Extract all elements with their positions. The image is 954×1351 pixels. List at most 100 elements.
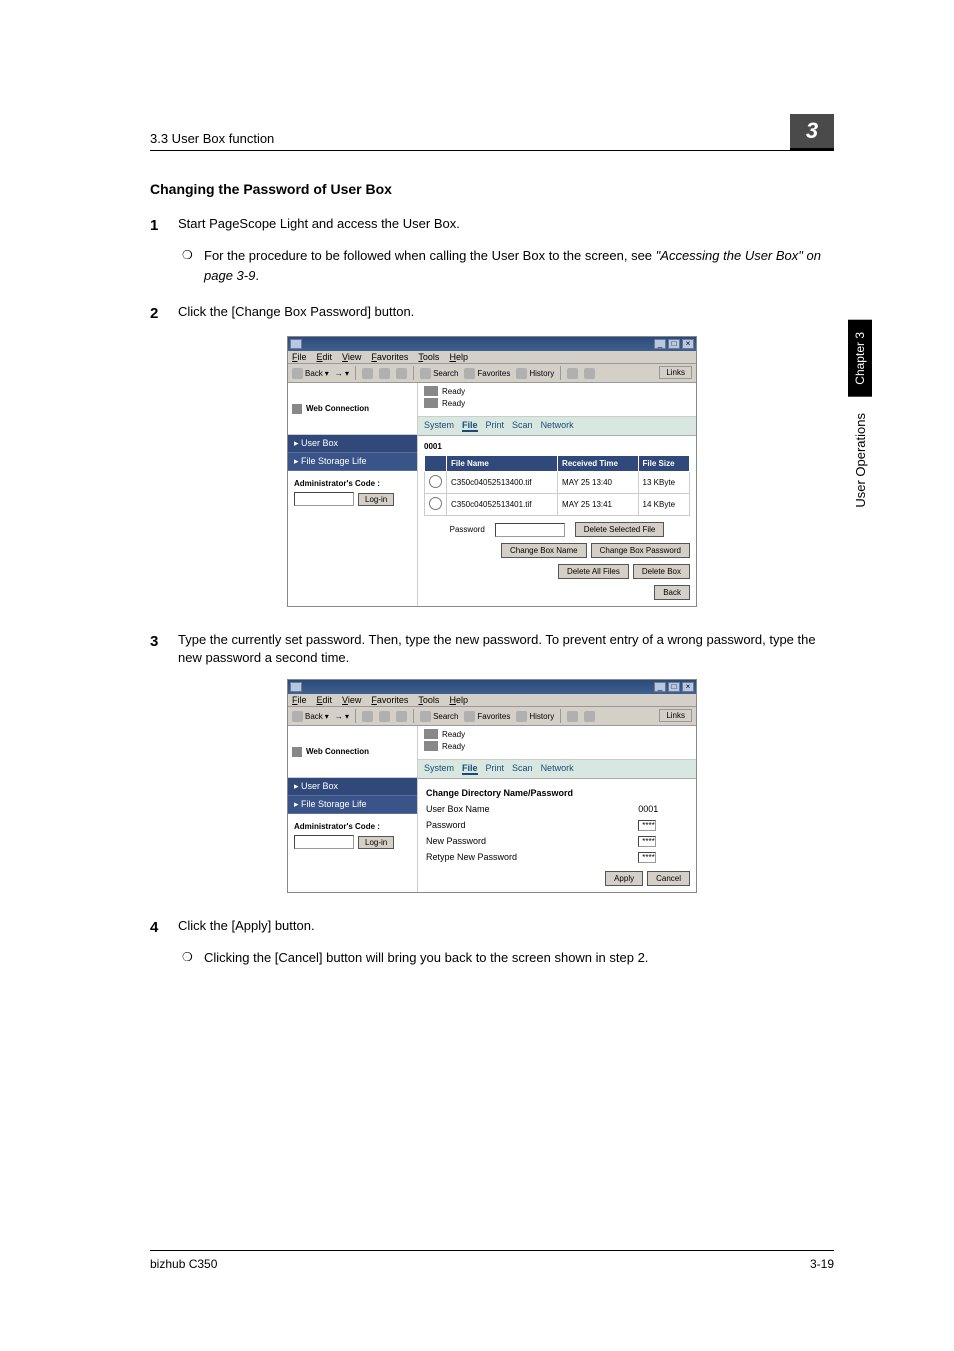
printer-icon [424,386,438,396]
password-input[interactable]: **** [638,820,655,831]
delete-selected-file-button[interactable]: Delete Selected File [575,522,665,537]
search-button[interactable]: Search [420,711,458,722]
admin-code-input[interactable] [294,835,354,849]
stop-icon[interactable] [362,368,373,379]
section-ref: 3.3 User Box function [150,131,274,146]
row-radio[interactable] [429,497,442,510]
delete-box-button[interactable]: Delete Box [633,564,690,579]
favorites-icon [464,368,475,379]
favorites-icon [464,711,475,722]
history-button[interactable]: History [516,711,554,722]
menu-view[interactable]: View [342,352,361,362]
refresh-icon[interactable] [379,368,390,379]
menu-favorites[interactable]: Favorites [371,695,408,705]
step-4: 4 Click the [Apply] button. [150,917,834,938]
tab-network[interactable]: Network [541,420,574,432]
favorites-button[interactable]: Favorites [464,368,510,379]
menu-help[interactable]: Help [449,352,468,362]
tab-row: System File Print Scan Network [418,417,696,436]
menu-edit[interactable]: Edit [317,695,333,705]
back-button[interactable]: Back ▾ [292,711,329,722]
tab-file[interactable]: File [462,763,478,775]
refresh-icon[interactable] [379,711,390,722]
nav-file-storage-life[interactable]: ▸ File Storage Life [288,796,417,814]
tab-network[interactable]: Network [541,763,574,775]
minimize-button[interactable]: _ [654,339,666,349]
tab-system[interactable]: System [424,763,454,775]
nav-user-box[interactable]: ▸ User Box [288,435,417,453]
close-button[interactable]: × [682,339,694,349]
menu-edit[interactable]: Edit [317,352,333,362]
row-radio[interactable] [429,475,442,488]
tab-scan[interactable]: Scan [512,763,533,775]
section-title: Changing the Password of User Box [150,181,834,197]
stop-icon[interactable] [362,711,373,722]
status-strip: Ready Ready [418,726,696,760]
chapter-badge: 3 [790,114,834,150]
admin-code-input[interactable] [294,492,354,506]
step-3: 3 Type the currently set password. Then,… [150,631,834,667]
toolbar: Back ▾ → ▾ Search Favorites History Link… [288,364,696,383]
home-icon[interactable] [396,711,407,722]
print-icon[interactable] [584,711,595,722]
print-icon[interactable] [584,368,595,379]
favorites-button[interactable]: Favorites [464,711,510,722]
menu-tools[interactable]: Tools [418,695,439,705]
history-button[interactable]: History [516,368,554,379]
menu-file[interactable]: File [292,695,307,705]
maximize-button[interactable]: □ [668,682,680,692]
brand-banner: Web Connection [288,383,417,435]
menu-favorites[interactable]: Favorites [371,352,408,362]
admin-label: Administrator's Code : [294,822,411,831]
tab-file[interactable]: File [462,420,478,432]
change-box-name-button[interactable]: Change Box Name [501,543,587,558]
back-button[interactable]: Back ▾ [292,368,329,379]
minimize-button[interactable]: _ [654,682,666,692]
links-label[interactable]: Links [659,366,692,379]
menu-file[interactable]: File [292,352,307,362]
brand-banner: Web Connection [288,726,417,778]
page-header: 3.3 User Box function 3 [150,110,834,151]
mail-icon[interactable] [567,711,578,722]
nav-file-storage-life[interactable]: ▸ File Storage Life [288,453,417,471]
home-icon[interactable] [396,368,407,379]
login-button[interactable]: Log-in [358,493,394,506]
apply-button[interactable]: Apply [605,871,643,886]
admin-block: Administrator's Code : Log-in [288,471,417,514]
app-icon [290,682,302,692]
close-button[interactable]: × [682,682,694,692]
forward-button[interactable]: → ▾ [335,712,349,721]
menu-tools[interactable]: Tools [418,352,439,362]
step-text: Type the currently set password. Then, t… [178,631,834,667]
nav-user-box[interactable]: ▸ User Box [288,778,417,796]
mail-icon[interactable] [567,368,578,379]
back-button[interactable]: Back [654,585,690,600]
footer-right: 3-19 [810,1257,834,1271]
menu-help[interactable]: Help [449,695,468,705]
tab-scan[interactable]: Scan [512,420,533,432]
step-number: 3 [150,631,164,667]
delete-all-files-button[interactable]: Delete All Files [558,564,629,579]
step-text: Click the [Change Box Password] button. [178,303,834,324]
maximize-button[interactable]: □ [668,339,680,349]
menubar: File Edit View Favorites Tools Help [288,351,696,364]
titlebar: _ □ × [288,337,696,351]
change-box-password-button[interactable]: Change Box Password [591,543,690,558]
printer-icon [424,741,438,751]
titlebar: _ □ × [288,680,696,694]
file-table: File Name Received Time File Size C350c0… [424,455,690,516]
search-button[interactable]: Search [420,368,458,379]
tab-print[interactable]: Print [486,763,505,775]
menu-view[interactable]: View [342,695,361,705]
links-label[interactable]: Links [659,709,692,722]
browser-window: _ □ × File Edit View Favorites Tools Hel… [287,679,697,893]
tab-print[interactable]: Print [486,420,505,432]
forward-button[interactable]: → ▾ [335,369,349,378]
new-password-input[interactable]: **** [638,836,655,847]
password-form: Change Directory Name/Password User Box … [424,785,690,865]
tab-system[interactable]: System [424,420,454,432]
cancel-button[interactable]: Cancel [647,871,690,886]
password-input[interactable] [495,523,565,537]
login-button[interactable]: Log-in [358,836,394,849]
retype-password-input[interactable]: **** [638,852,655,863]
